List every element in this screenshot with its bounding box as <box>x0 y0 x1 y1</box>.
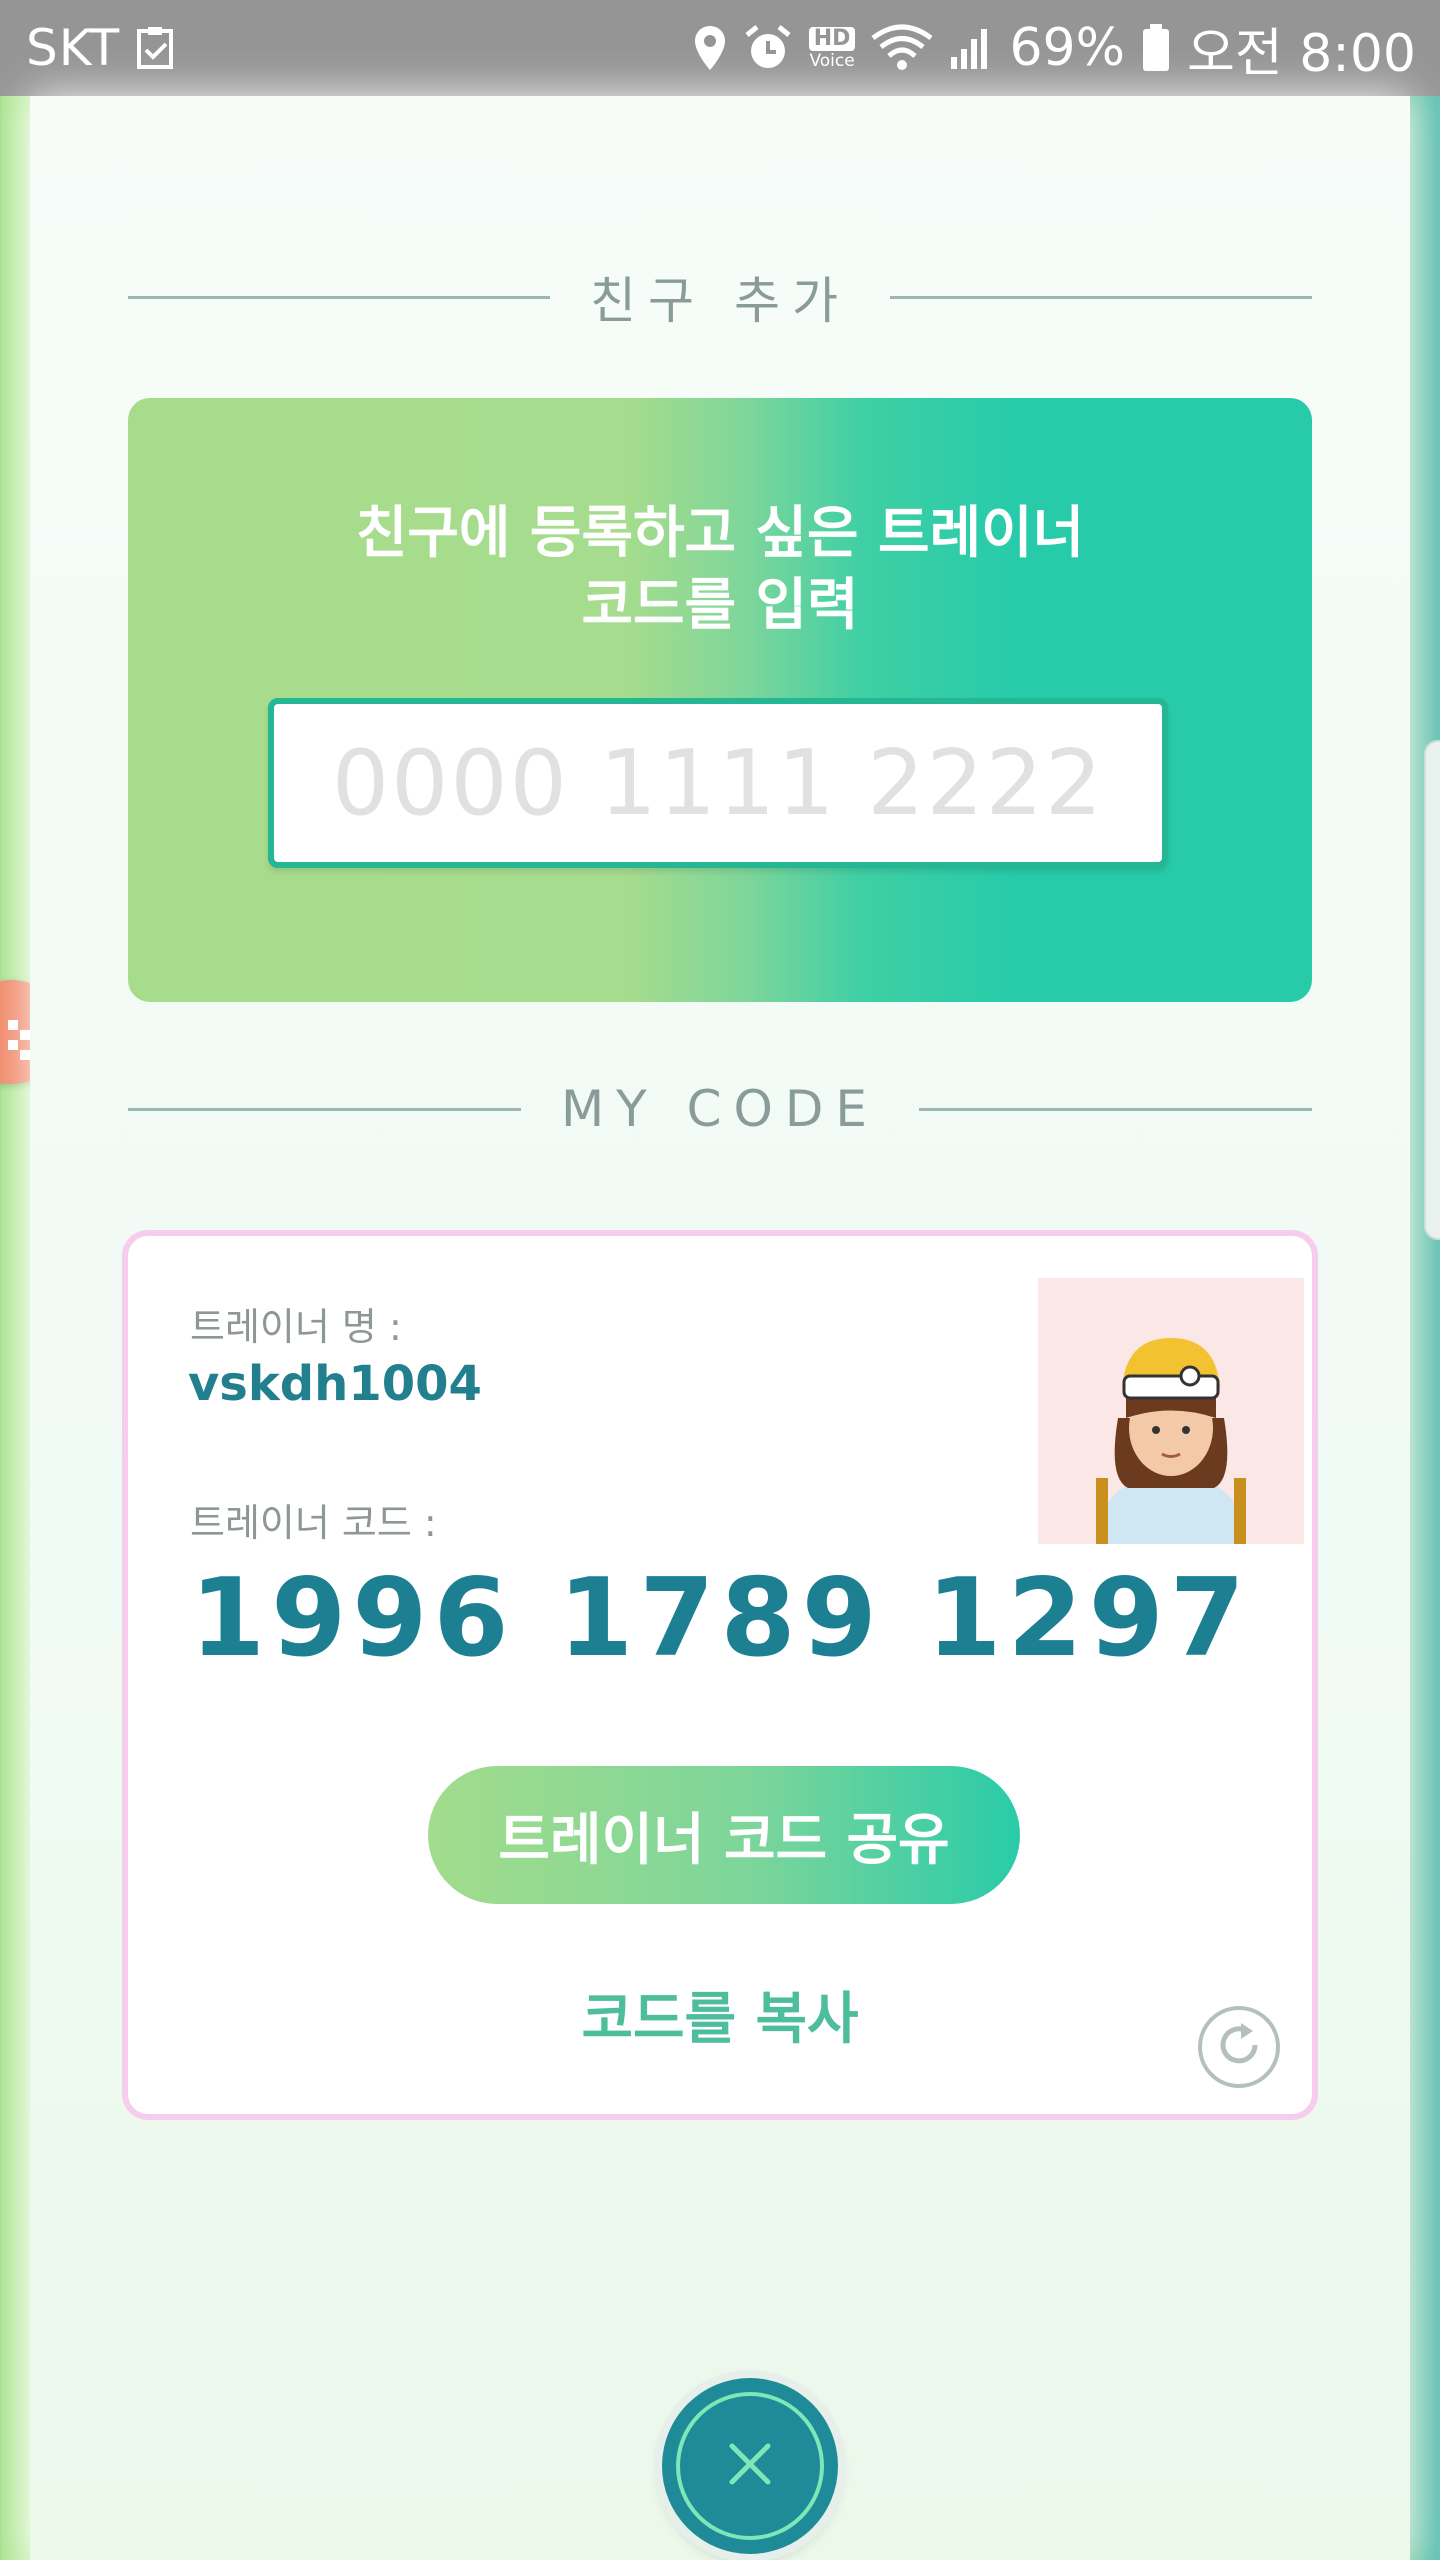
header-divider-left <box>128 1107 522 1111</box>
wifi-icon <box>871 24 933 72</box>
battery-percent: 69% <box>1009 18 1126 78</box>
add-friend-prompt: 친구에 등록하고 싶은 트레이너 코드를 입력 <box>128 498 1312 642</box>
checklist-icon <box>136 26 176 70</box>
add-friend-panel: 친구 추가 친구에 등록하고 싶은 트레이너 코드를 입력 MY CODE 트레… <box>30 96 1410 2560</box>
close-button[interactable] <box>662 2378 838 2554</box>
trainer-avatar <box>1038 1278 1304 1544</box>
status-right: HD Voice 69% 오전 8:00 <box>693 11 1416 86</box>
add-friend-card: 친구에 등록하고 싶은 트레이너 코드를 입력 <box>128 398 1312 1002</box>
add-friend-title: 친구 추가 <box>590 272 850 330</box>
close-icon <box>722 2436 778 2496</box>
add-friend-header: 친구 추가 <box>128 262 1312 332</box>
my-code-card: 트레이너 명 : vskdh1004 트레이너 코드 : 1996 1789 1… <box>122 1230 1318 2120</box>
prompt-line-1: 친구에 등록하고 싶은 트레이너 <box>355 501 1085 566</box>
location-icon <box>693 24 727 72</box>
edge-panel-handle[interactable] <box>1424 740 1440 1240</box>
header-divider-right <box>918 1107 1312 1111</box>
battery-icon <box>1141 23 1171 73</box>
voice-label: Voice <box>809 50 855 71</box>
trainer-name: vskdh1004 <box>188 1356 482 1412</box>
hd-voice-badge: HD Voice <box>808 26 856 71</box>
signal-icon <box>949 25 993 71</box>
clock: 오전 8:00 <box>1187 23 1416 84</box>
header-divider-left <box>128 295 551 299</box>
refresh-code-button[interactable] <box>1198 2006 1280 2088</box>
trainer-code-value: 1996 1789 1297 <box>190 1556 1251 1681</box>
trainer-code-label: 트레이너 코드 : <box>190 1501 437 1545</box>
share-trainer-code-button[interactable]: 트레이너 코드 공유 <box>428 1766 1020 1904</box>
carrier-label: SKT <box>26 19 121 77</box>
hd-label: HD <box>808 26 856 51</box>
header-divider-right <box>889 295 1312 299</box>
status-bar: SKT HD Voice 69% 오전 8:00 <box>0 0 1440 96</box>
prompt-line-2: 코드를 입력 <box>581 573 859 638</box>
trainer-name-label: 트레이너 명 : <box>190 1305 402 1349</box>
refresh-icon <box>1211 2017 1267 2077</box>
close-ring <box>676 2392 824 2540</box>
my-code-title: MY CODE <box>561 1080 879 1138</box>
status-left: SKT <box>26 19 176 77</box>
alarm-icon <box>743 23 793 73</box>
trainer-code-input[interactable] <box>268 698 1168 868</box>
copy-code-link[interactable]: 코드를 복사 <box>128 1974 1312 2055</box>
my-code-header: MY CODE <box>128 1074 1312 1144</box>
